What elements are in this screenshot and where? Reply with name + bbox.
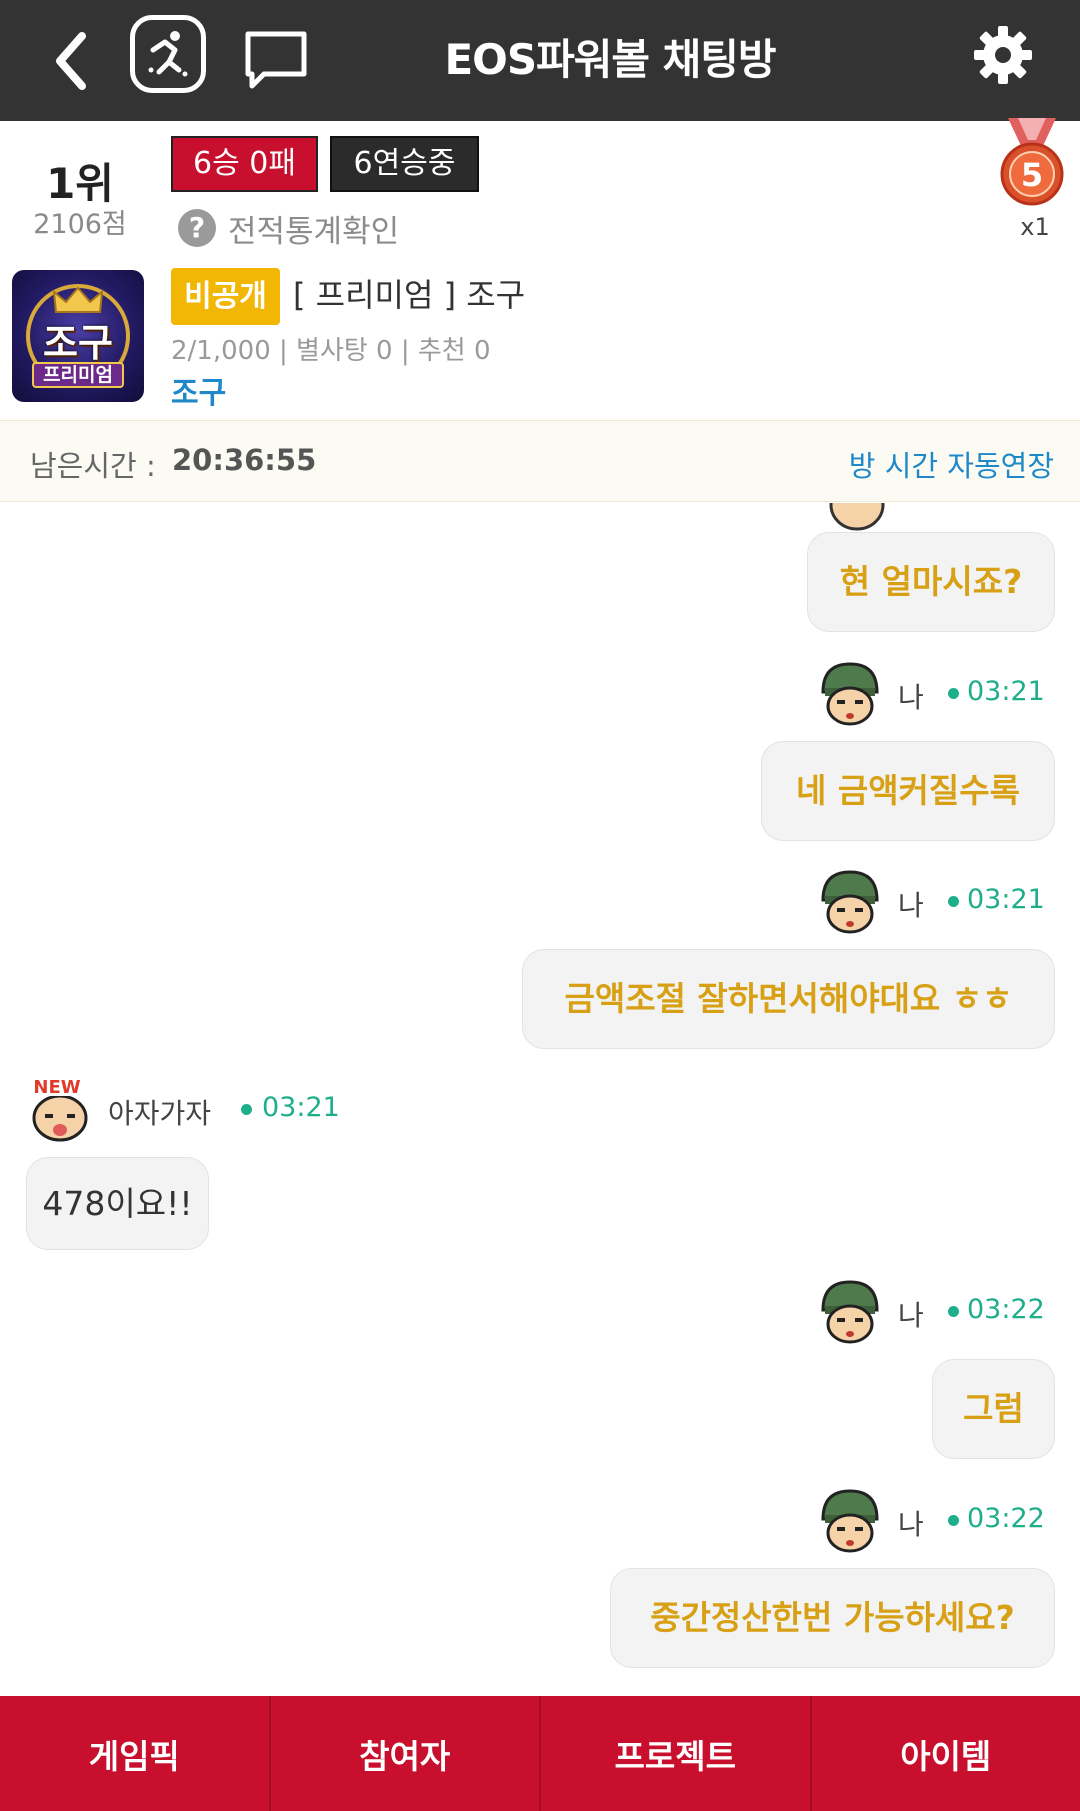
room-title: [ 프리미엄 ] 조구	[293, 276, 526, 314]
message-bubble: 중간정산한번 가능하세요?	[610, 1568, 1055, 1668]
soldier-avatar-icon	[815, 866, 885, 936]
gear-icon[interactable]	[970, 22, 1036, 88]
running-person-icon[interactable]	[130, 15, 206, 93]
timer-value: 20:36:55	[172, 443, 317, 477]
room-avatar-name: 조구	[43, 321, 113, 365]
message-bubble: 그럼	[932, 1359, 1055, 1459]
message-header: 나 03:22	[815, 1276, 1055, 1346]
soldier-avatar-icon	[815, 658, 885, 728]
room-stats: 2/1,000 | 별사탕 0 | 추천 0	[171, 336, 491, 366]
soldier-avatar-icon	[815, 1485, 885, 1555]
win-loss-badge: 6승 0패	[171, 136, 318, 192]
room-avatar: 조구 프리미엄	[12, 270, 144, 402]
sender-name: 나	[898, 1299, 924, 1332]
room-owner[interactable]: 조구	[171, 368, 226, 412]
chat-bubble-icon[interactable]	[238, 18, 318, 104]
message-header: 나 03:21	[815, 658, 1055, 728]
message-bubble: 금액조절 잘하면서해야대요 ㅎㅎ	[522, 949, 1055, 1049]
timer-label: 남은시간 :	[30, 449, 156, 483]
online-dot	[241, 1104, 252, 1115]
chat-area[interactable]: 현 얼마시죠? 나 03:21 네 금액커질수록 나 03:21 금액조절 잘하…	[0, 503, 1080, 1696]
auto-extend-link[interactable]: 방 시간 자동연장	[849, 443, 1054, 485]
nav-items[interactable]: 아이템	[812, 1696, 1080, 1811]
message-header: 나 03:22	[815, 1485, 1055, 1555]
message-bubble: 네 금액커질수록	[761, 741, 1055, 841]
online-dot	[948, 688, 959, 699]
sender-name: 나	[898, 1508, 924, 1541]
online-dot	[948, 1515, 959, 1526]
timer-bar: 남은시간 : 20:36:55 방 시간 자동연장	[0, 420, 1080, 502]
online-dot	[948, 1306, 959, 1317]
sender-name: 아자가자	[108, 1097, 212, 1130]
message-bubble: 478이요!!	[26, 1157, 209, 1250]
bottom-nav: 게임픽 참여자 프로젝트 아이템	[0, 1696, 1080, 1811]
message-header: 나 03:21	[815, 866, 1055, 936]
stats-link[interactable]: 전적통계확인	[228, 206, 399, 251]
message-bubble: 현 얼마시죠?	[807, 532, 1055, 632]
message-time: 03:21	[967, 884, 1045, 915]
new-badge-text: NEW	[33, 1077, 80, 1098]
message-time: 03:21	[262, 1092, 340, 1123]
sender-name: 나	[898, 889, 924, 922]
medal-count: x1	[1020, 213, 1050, 241]
back-arrow-icon[interactable]	[40, 18, 120, 104]
nav-participants[interactable]: 참여자	[271, 1696, 541, 1811]
win-streak-badge: 6연승중	[330, 136, 479, 192]
online-dot	[948, 896, 959, 907]
medal-number: 5	[1021, 156, 1043, 194]
user-points: 2106점	[33, 209, 127, 240]
page-title: EOS파워볼 채팅방	[444, 35, 776, 84]
soldier-avatar-icon	[815, 1276, 885, 1346]
privacy-badge: 비공개	[171, 268, 280, 325]
top-bar: EOS파워볼 채팅방	[0, 0, 1080, 121]
medal-icon: 5	[996, 118, 1068, 210]
room-avatar-tag: 프리미엄	[32, 362, 124, 388]
message-time: 03:22	[967, 1503, 1045, 1534]
message-time: 03:22	[967, 1294, 1045, 1325]
help-icon[interactable]: ?	[178, 209, 216, 247]
new-user-avatar-icon: NEW	[25, 1074, 95, 1144]
message-time: 03:21	[967, 676, 1045, 707]
user-avatar-icon	[822, 503, 892, 535]
nav-game-pick[interactable]: 게임픽	[0, 1696, 271, 1811]
nav-project[interactable]: 프로젝트	[541, 1696, 812, 1811]
sender-name: 나	[898, 681, 924, 714]
